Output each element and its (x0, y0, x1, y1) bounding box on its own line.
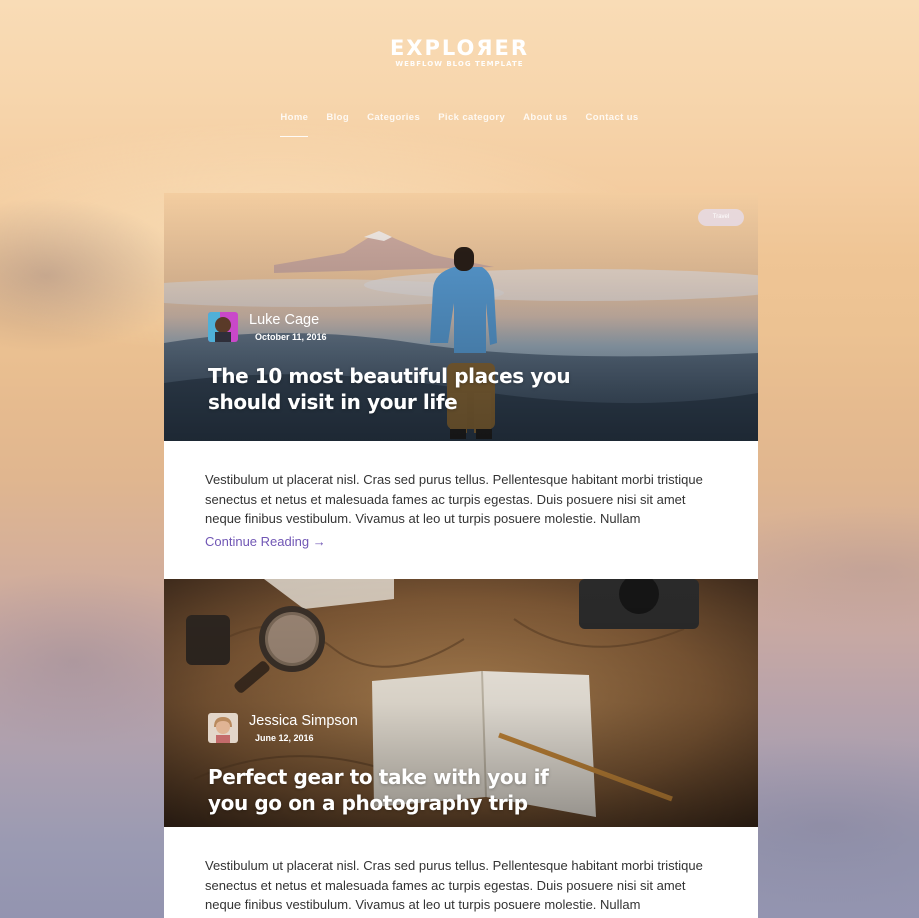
post-excerpt: Vestibulum ut placerat nisl. Cras sed pu… (205, 472, 703, 526)
post-hero-image[interactable]: Jessica Simpson June 12, 2016 Perfect ge… (164, 579, 758, 827)
site-logo[interactable]: EXPLOЯER WEBFLOW BLOG TEMPLATE (0, 36, 919, 68)
post-title[interactable]: The 10 most beautiful places you should … (208, 363, 588, 415)
author-name[interactable]: Luke Cage (249, 312, 327, 328)
logo-subtitle: WEBFLOW BLOG TEMPLATE (395, 60, 524, 68)
post-body: Vestibulum ut placerat nisl. Cras sed pu… (164, 827, 758, 918)
main-nav: Home Blog Categories Pick category About… (0, 112, 919, 137)
post-author: Jessica Simpson June 12, 2016 (208, 713, 358, 743)
nav-pick-category[interactable]: Pick category (429, 112, 514, 123)
nav-contact-us[interactable]: Contact us (577, 112, 648, 123)
author-avatar[interactable] (208, 312, 238, 342)
nav-home[interactable]: Home (271, 112, 317, 137)
post-date: October 11, 2016 (255, 332, 327, 342)
post-title[interactable]: Perfect gear to take with you if you go … (208, 764, 588, 816)
logo-title: EXPLOЯER (389, 36, 530, 60)
post-card: Jessica Simpson June 12, 2016 Perfect ge… (164, 579, 758, 918)
nav-categories[interactable]: Categories (358, 112, 429, 123)
post-excerpt: Vestibulum ut placerat nisl. Cras sed pu… (205, 858, 703, 912)
post-card: Travel Luke Cage October 11, 2016 The 10… (164, 193, 758, 580)
nav-blog[interactable]: Blog (317, 112, 358, 123)
post-hero-image[interactable]: Travel Luke Cage October 11, 2016 The 10… (164, 193, 758, 441)
category-tag[interactable]: Travel (698, 209, 744, 226)
post-body: Vestibulum ut placerat nisl. Cras sed pu… (164, 441, 758, 580)
post-author: Luke Cage October 11, 2016 (208, 312, 327, 342)
continue-reading-link[interactable]: Continue Reading → (205, 534, 326, 549)
post-date: June 12, 2016 (255, 733, 314, 743)
author-name[interactable]: Jessica Simpson (249, 713, 358, 729)
nav-about-us[interactable]: About us (514, 112, 576, 123)
author-avatar[interactable] (208, 713, 238, 743)
